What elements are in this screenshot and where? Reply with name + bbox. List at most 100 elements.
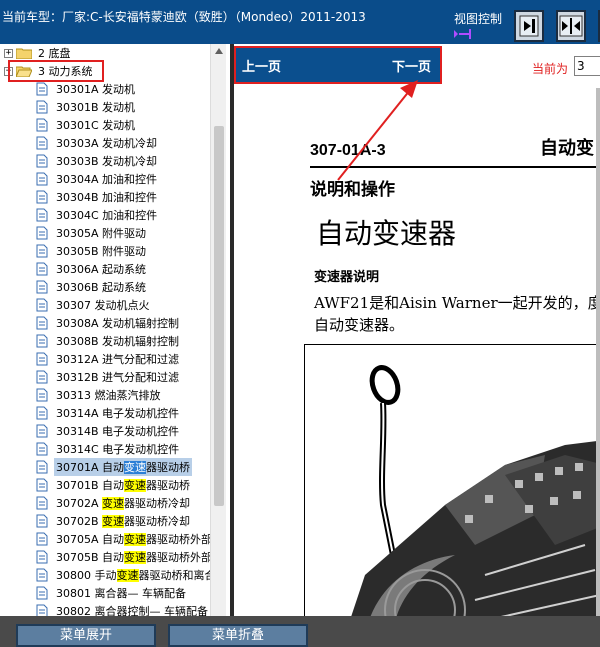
- tree-node-text: 器驱动桥和离合: [138, 569, 216, 582]
- tree-node-code: 30301B: [56, 101, 99, 114]
- search-highlight: 变速: [102, 497, 125, 510]
- current-page-input[interactable]: [574, 56, 600, 76]
- tree-leaf-item[interactable]: 30307 发动机点火: [36, 296, 152, 314]
- document-icon: [36, 190, 48, 204]
- tree-node-text: 发动机: [102, 83, 136, 96]
- tree-leaf-item[interactable]: 30306A 起动系统: [36, 260, 148, 278]
- document-icon: [36, 478, 48, 492]
- tree-node-label: 30306A 起动系统: [54, 260, 148, 278]
- tree-node-label: 30312B 进气分配和过滤: [54, 368, 181, 386]
- tree-node-code: 30301A: [56, 83, 99, 96]
- show-right-button[interactable]: [514, 10, 544, 42]
- tree-leaf-item[interactable]: 30702B 变速器驱动桥冷却: [36, 512, 192, 530]
- tree-leaf-item[interactable]: 30306B 起动系统: [36, 278, 148, 296]
- split-view-button[interactable]: [556, 10, 586, 42]
- tree-leaf-item[interactable]: 30702A 变速器驱动桥冷却: [36, 494, 192, 512]
- tree-node-label: 30304A 加油和控件: [54, 170, 159, 188]
- tree-node-code: 30705B: [56, 551, 99, 564]
- document-icon: [36, 352, 48, 366]
- tree-node-code: 30800: [56, 569, 91, 582]
- search-highlight: 变速: [116, 569, 139, 582]
- tree-node-code: 30702B: [56, 515, 99, 528]
- tree-leaf-item[interactable]: 30800 手动变速器驱动桥和离合: [36, 566, 218, 584]
- tree-leaf-item[interactable]: 30312A 进气分配和过滤: [36, 350, 181, 368]
- collapse-menu-button[interactable]: 菜单折叠: [168, 624, 308, 647]
- search-highlight: 变速: [124, 479, 147, 492]
- tree-node-label: 30705B 自动变速器驱动桥外部: [54, 548, 214, 566]
- tree-node-text: 手动: [94, 569, 117, 582]
- tree-leaf-item[interactable]: 30304A 加油和控件: [36, 170, 159, 188]
- tree-leaf-item[interactable]: 30802 离合器控制— 车辆配备: [36, 602, 210, 616]
- tree-node-code: 30304A: [56, 173, 99, 186]
- tree-node-label: 30314C 电子发动机控件: [54, 440, 181, 458]
- document-icon: [36, 262, 48, 276]
- tree-leaf-item[interactable]: 30304C 加油和控件: [36, 206, 159, 224]
- tree-leaf-item[interactable]: 30314A 电子发动机控件: [36, 404, 181, 422]
- tree-node-text: 进气分配和过滤: [102, 371, 180, 384]
- tree-node-code: 30802: [56, 605, 91, 616]
- tree-node-label: 30801 离合器— 车辆配备: [54, 584, 188, 602]
- tree-node-code: 30308B: [56, 335, 99, 348]
- tree-leaf-item[interactable]: 30705B 自动变速器驱动桥外部: [36, 548, 214, 566]
- tree-leaf-item[interactable]: 30312B 进气分配和过滤: [36, 368, 181, 386]
- tree-leaf-item[interactable]: 30308B 发动机辐射控制: [36, 332, 181, 350]
- tree-leaf-item[interactable]: 30314B 电子发动机控件: [36, 422, 181, 440]
- document-icon: [36, 298, 48, 312]
- tree-node-code: 30306B: [56, 281, 99, 294]
- doc-section-title: 变速器说明: [314, 270, 380, 285]
- tree-node-code: 30314B: [56, 425, 99, 438]
- scroll-up-icon[interactable]: [215, 48, 223, 54]
- tree-node-text: 进气分配和过滤: [102, 353, 180, 366]
- tree-leaf-item[interactable]: 30314C 电子发动机控件: [36, 440, 181, 458]
- tree-leaf-item[interactable]: 30301A 发动机: [36, 80, 137, 98]
- tree-node-label: 30301B 发动机: [54, 98, 137, 116]
- tree-node-label: 30313 燃油蒸汽排放: [54, 386, 163, 404]
- folder-icon: [16, 48, 32, 59]
- tree-node-label: 30306B 起动系统: [54, 278, 148, 296]
- tree-node-code: 30702A: [56, 497, 99, 510]
- tree-node-label: 30303B 发动机冷却: [54, 152, 159, 170]
- document-icon: [36, 316, 48, 330]
- tree-node-text: 自动: [102, 461, 125, 474]
- scroll-thumb[interactable]: [214, 126, 224, 506]
- current-vehicle-label: 当前车型：厂家:C-长安福特蒙迪欧（致胜）（Mondeo）2011-2013: [2, 10, 366, 24]
- expand-icon[interactable]: +: [4, 48, 13, 58]
- document-scrollbar[interactable]: [596, 88, 600, 616]
- tree-node-text: 自动: [102, 551, 125, 564]
- document-icon: [36, 424, 48, 438]
- document-icon: [36, 208, 48, 222]
- tree-node-label: 30314B 电子发动机控件: [54, 422, 181, 440]
- tree-node-code: 30303B: [56, 155, 99, 168]
- tree-leaf-item[interactable]: 30303B 发动机冷却: [36, 152, 159, 170]
- document-icon: [36, 154, 48, 168]
- tree-leaf-item[interactable]: 30801 离合器— 车辆配备: [36, 584, 188, 602]
- tree-node-label: 30701B 自动变速器驱动桥: [54, 476, 192, 494]
- tree-leaf-item[interactable]: 30305A 附件驱动: [36, 224, 148, 242]
- transmission-illustration: [351, 365, 600, 616]
- document-icon: [36, 532, 48, 546]
- tree-node-code: 30801: [56, 587, 91, 600]
- tree-node-label: 30702A 变速器驱动桥冷却: [54, 494, 192, 512]
- tree-leaf-item[interactable]: 30305B 附件驱动: [36, 242, 148, 260]
- document-icon: [36, 226, 48, 240]
- tree-leaf-item[interactable]: 30701A 自动变速器驱动桥: [36, 458, 193, 476]
- doc-divider: [310, 166, 600, 168]
- tree-node-text: 燃油蒸汽排放: [94, 389, 161, 402]
- tree-leaf-item[interactable]: 30705A 自动变速器驱动桥外部: [36, 530, 214, 548]
- tree-leaf-item[interactable]: 30308A 发动机辐射控制: [36, 314, 181, 332]
- tree-scrollbar[interactable]: [210, 44, 226, 616]
- tree-node-code: 30701A: [56, 461, 99, 474]
- doc-paragraph: AWF21是和Aisin Warner一起开发的，度自动变速器。: [314, 294, 600, 334]
- tree-leaf-item[interactable]: 30303A 发动机冷却: [36, 134, 159, 152]
- tree-leaf-item[interactable]: 30304B 加油和控件: [36, 188, 159, 206]
- tree-leaf-item[interactable]: 30313 燃油蒸汽排放: [36, 386, 163, 404]
- document-icon: [36, 586, 48, 600]
- tree-node-text: 器驱动桥冷却: [124, 497, 191, 510]
- tree-leaf-item[interactable]: 30301B 发动机: [36, 98, 137, 116]
- document-icon: [36, 604, 48, 616]
- tree-leaf-item[interactable]: 30701B 自动变速器驱动桥: [36, 476, 192, 494]
- expand-menu-button[interactable]: 菜单展开: [16, 624, 156, 647]
- tree-node-text: 发动机冷却: [102, 155, 158, 168]
- tree-leaf-item[interactable]: 30301C 发动机: [36, 116, 137, 134]
- search-highlight: 变速: [102, 515, 125, 528]
